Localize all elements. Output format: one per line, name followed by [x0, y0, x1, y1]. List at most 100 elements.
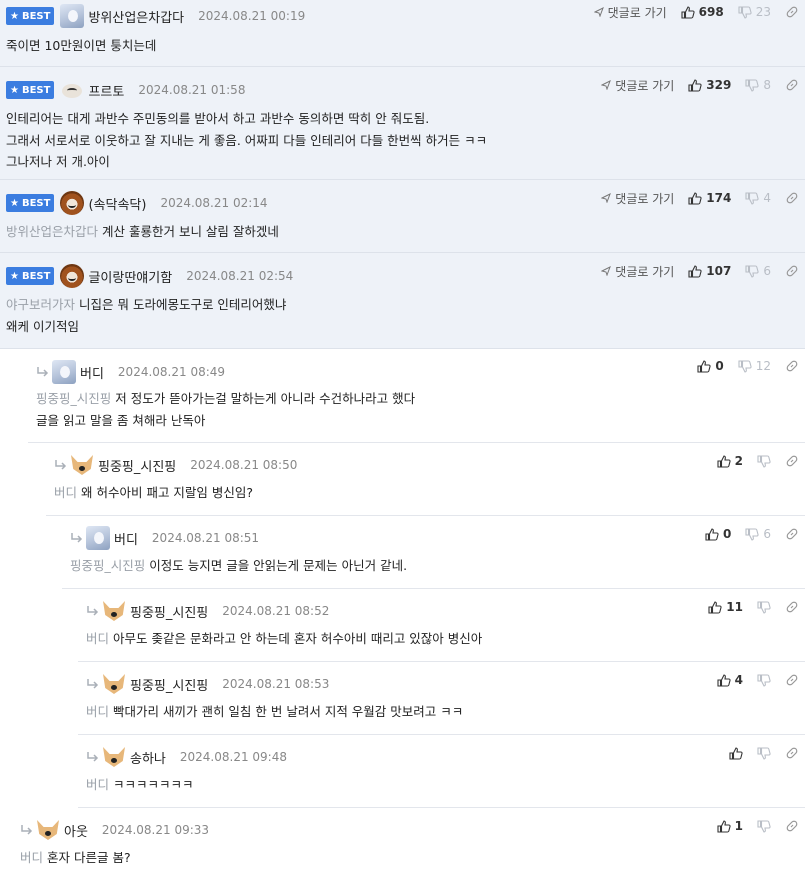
downvote-button[interactable]: 6 — [745, 527, 771, 541]
mention-link[interactable]: 핑중핑_시진핑 — [36, 391, 111, 406]
upvote-count: 174 — [706, 191, 732, 205]
comment-actions: 댓글로 가기 329 8 — [601, 73, 799, 97]
thumbs-up-icon — [688, 264, 702, 278]
upvote-button[interactable]: 0 — [697, 359, 724, 373]
author-nickname[interactable]: 핑중핑_시진핑 — [98, 456, 176, 475]
send-icon — [601, 80, 612, 90]
comment-body: 야구보러가자 니집은 뭐 도라에몽도구로 인테리어했냐 왜케 이기적임 — [6, 288, 799, 337]
mention-link[interactable]: 야구보러가자 — [6, 297, 75, 312]
goto-comment-link[interactable]: 댓글로 가기 — [601, 190, 674, 207]
downvote-button[interactable]: 6 — [745, 264, 771, 278]
link-icon[interactable] — [785, 264, 799, 278]
link-icon[interactable] — [785, 191, 799, 205]
best-badge: ★ BEST — [6, 267, 55, 285]
link-icon[interactable] — [785, 78, 799, 92]
mention-link[interactable]: 버디 — [54, 485, 77, 500]
comment-actions: 11 — [708, 595, 799, 619]
comment-body: 버디 아무도 좆같은 문화라고 안 하는데 혼자 허수아비 때리고 있잖아 병신아 — [86, 623, 799, 650]
upvote-button[interactable]: 1 — [717, 819, 743, 833]
thumbs-down-icon — [757, 819, 771, 833]
avatar[interactable] — [60, 264, 85, 288]
mention-link[interactable]: 버디 — [86, 704, 109, 719]
comment-item: ★ BEST 방위산업은차갑다 2024.08.21 00:19 댓글로 가기 6… — [0, 0, 805, 67]
reply-item: 핑중핑_시진핑 2024.08.21 08:52 11 버디 아무도 좆같은 문화… — [78, 589, 805, 662]
goto-comment-link[interactable]: 댓글로 가기 — [593, 4, 667, 21]
star-icon: ★ — [10, 270, 19, 282]
author-nickname[interactable]: 핑중핑_시진핑 — [130, 602, 208, 621]
link-icon[interactable] — [785, 673, 799, 687]
downvote-button[interactable] — [757, 746, 771, 760]
downvote-button[interactable] — [757, 600, 771, 614]
downvote-button[interactable]: 8 — [745, 78, 771, 92]
upvote-button[interactable] — [729, 746, 743, 760]
downvote-button[interactable]: 4 — [745, 191, 771, 205]
downvote-button[interactable]: 23 — [738, 5, 771, 19]
thumbs-up-icon — [717, 673, 731, 687]
upvote-button[interactable]: 698 — [681, 5, 724, 19]
reply-item: 핑중핑_시진핑 2024.08.21 08:50 2 버디 왜 허수아비 패고 지… — [46, 443, 805, 516]
mention-link[interactable]: 버디 — [86, 631, 109, 646]
mention-link[interactable]: 핑중핑_시진핑 — [70, 558, 145, 573]
thumbs-up-icon — [717, 819, 731, 833]
reply-item: 송하나 2024.08.21 09:48 버디 ㅋㅋㅋㅋㅋㅋㅋ — [78, 735, 805, 808]
downvote-button[interactable] — [757, 673, 771, 687]
downvote-button[interactable]: 12 — [738, 359, 771, 373]
author-nickname[interactable]: 아웃 — [64, 821, 88, 840]
avatar[interactable] — [70, 453, 94, 477]
downvote-count: 6 — [763, 527, 771, 541]
avatar[interactable] — [60, 4, 85, 28]
mention-link[interactable]: 버디 — [20, 850, 43, 865]
goto-comment-link[interactable]: 댓글로 가기 — [601, 77, 674, 94]
author-nickname[interactable]: 버디 — [114, 529, 138, 548]
avatar[interactable] — [60, 78, 84, 102]
comment-actions: 댓글로 가기 698 23 — [593, 0, 799, 24]
avatar[interactable] — [102, 745, 126, 769]
link-icon[interactable] — [785, 746, 799, 760]
link-icon[interactable] — [785, 454, 799, 468]
avatar[interactable] — [36, 818, 60, 842]
reply-arrow-icon — [54, 459, 68, 471]
comment-body: 버디 왜 허수아비 패고 지랄임 병신임? — [54, 477, 799, 504]
link-icon[interactable] — [785, 600, 799, 614]
avatar[interactable] — [86, 526, 110, 550]
avatar[interactable] — [102, 599, 126, 623]
upvote-button[interactable]: 11 — [708, 600, 743, 614]
link-icon[interactable] — [785, 527, 799, 541]
upvote-button[interactable]: 4 — [717, 673, 743, 687]
upvote-count: 4 — [734, 673, 743, 687]
author-nickname[interactable]: 방위산업은차갑다 — [88, 7, 184, 26]
author-nickname[interactable]: 프르토 — [88, 81, 124, 100]
upvote-count: 329 — [706, 78, 732, 92]
downvote-button[interactable] — [757, 454, 771, 468]
link-icon[interactable] — [785, 359, 799, 373]
link-icon[interactable] — [785, 819, 799, 833]
downvote-button[interactable] — [757, 819, 771, 833]
reply-item: 아웃 2024.08.21 09:33 1 버디 혼자 다른글 봄? — [12, 808, 805, 881]
thumbs-down-icon — [738, 359, 752, 373]
comment-date: 2024.08.21 01:58 — [138, 83, 246, 97]
avatar[interactable] — [102, 672, 126, 696]
comment-header: 핑중핑_시진핑 2024.08.21 08:50 — [54, 453, 799, 477]
mention-link[interactable]: 방위산업은차갑다 — [6, 224, 98, 239]
comment-date: 2024.08.21 08:53 — [222, 677, 330, 691]
upvote-button[interactable]: 107 — [688, 264, 731, 278]
comment-body: 죽이면 10만원이면 퉁치는데 — [6, 28, 799, 57]
star-icon: ★ — [10, 84, 19, 96]
upvote-button[interactable]: 174 — [688, 191, 731, 205]
author-nickname[interactable]: 글이랑딴얘기함 — [88, 267, 172, 286]
author-nickname[interactable]: 버디 — [80, 363, 104, 382]
avatar[interactable] — [52, 360, 76, 384]
avatar[interactable] — [60, 191, 85, 215]
link-icon[interactable] — [785, 5, 799, 19]
thumbs-down-icon — [745, 527, 759, 541]
author-nickname[interactable]: 송하나 — [130, 748, 166, 767]
author-nickname[interactable]: (속닥속닥) — [88, 194, 146, 213]
upvote-button[interactable]: 329 — [688, 78, 731, 92]
upvote-button[interactable]: 0 — [705, 527, 731, 541]
goto-comment-link[interactable]: 댓글로 가기 — [601, 263, 674, 280]
mention-link[interactable]: 버디 — [86, 777, 109, 792]
best-badge: ★ BEST — [6, 7, 55, 25]
upvote-button[interactable]: 2 — [717, 454, 743, 468]
comment-date: 2024.08.21 08:50 — [190, 458, 298, 472]
author-nickname[interactable]: 핑중핑_시진핑 — [130, 675, 208, 694]
